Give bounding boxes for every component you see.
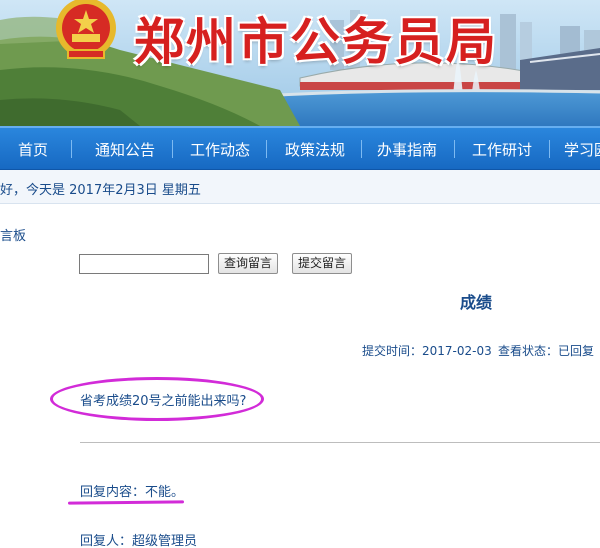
nav-divider: [266, 140, 267, 158]
site-title: 郑州市公务员局: [134, 12, 498, 71]
main-nav: 首页 通知公告 工作动态 政策法规 办事指南 工作研讨 学习园: [0, 126, 600, 170]
nav-divider: [454, 140, 455, 158]
reply-status: 查看状态：已回复: [498, 344, 595, 358]
nav-divider: [549, 140, 550, 158]
nav-divider: [71, 140, 72, 158]
date-bar: 好，今天是 2017年2月3日 星期五: [0, 170, 600, 204]
message-title: 成绩: [460, 293, 493, 312]
nav-item-service-guide[interactable]: 办事指南: [377, 139, 437, 160]
national-emblem-icon: [56, 0, 116, 59]
search-input[interactable]: [79, 254, 209, 274]
nav-item-work-news[interactable]: 工作动态: [190, 139, 250, 160]
nav-item-notices[interactable]: 通知公告: [95, 139, 155, 160]
nav-item-policies[interactable]: 政策法规: [285, 139, 345, 160]
content-divider: [80, 442, 600, 443]
highlight-underline: [67, 500, 185, 505]
site-banner: 郑州市公务员局: [0, 0, 600, 126]
nav-item-work-research[interactable]: 工作研讨: [472, 139, 532, 160]
nav-item-study[interactable]: 学习园: [564, 139, 600, 160]
nav-divider: [361, 140, 362, 158]
query-message-button[interactable]: 查询留言: [218, 253, 279, 274]
nav-item-home[interactable]: 首页: [18, 139, 48, 160]
highlight-circle: [50, 377, 264, 421]
submit-message-button[interactable]: 提交留言: [292, 253, 353, 274]
reply-content: 回复内容：不能。: [80, 485, 185, 500]
greeting-date-text: 好，今天是 2017年2月3日 星期五: [0, 183, 201, 198]
replier: 回复人：超级管理员: [80, 534, 198, 548]
message-board-label: 言板: [0, 229, 27, 244]
nav-divider: [172, 140, 173, 158]
submit-time: 提交时间：2017-02-03: [362, 344, 492, 358]
